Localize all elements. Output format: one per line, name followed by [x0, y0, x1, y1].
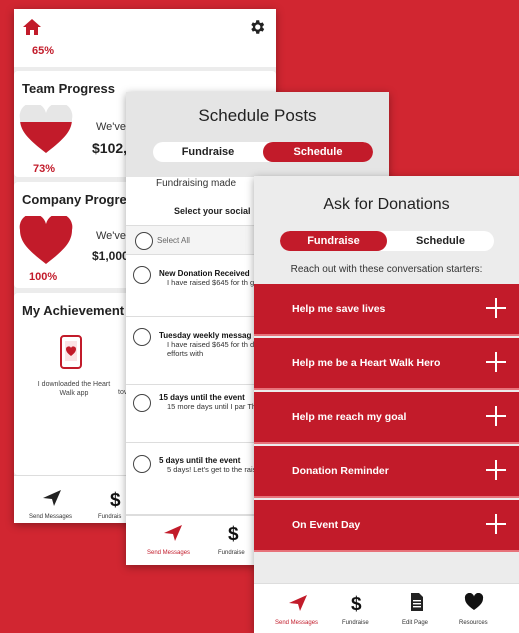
expand-plus-icon[interactable] [486, 298, 506, 318]
expand-plus-icon[interactable] [486, 514, 506, 534]
dollar-icon[interactable]: $ [224, 524, 244, 542]
segment-schedule[interactable]: Schedule [263, 142, 373, 162]
conversation-starter-label: On Event Day [292, 519, 361, 531]
company-progress-amount: $1,000 [92, 249, 129, 263]
svg-text:$: $ [228, 524, 239, 542]
dollar-icon[interactable]: $ [347, 594, 367, 612]
tab-edit-page-label[interactable]: Edit Page [402, 620, 428, 626]
ask-for-donations-screen: Ask for Donations Fundraise Schedule Rea… [254, 176, 519, 633]
expand-plus-icon[interactable] [486, 406, 506, 426]
page-title: Schedule Posts [198, 106, 317, 125]
segment-schedule[interactable]: Schedule [387, 231, 494, 251]
segment-control: Fundraise Schedule [153, 142, 373, 162]
tab-fundraise-label[interactable]: Fundraise [342, 620, 369, 626]
home-icon[interactable] [23, 19, 41, 35]
post-title: New Donation Received [159, 269, 250, 278]
post-title: Tuesday weekly messag [159, 331, 252, 340]
bottom-tab-bar: Send Messages $ Fundraise Edit Page Reso… [254, 583, 519, 633]
conversation-starter-item[interactable]: Help me be a Heart Walk Hero [254, 338, 519, 390]
conversation-starter-item[interactable]: Help me save lives [254, 284, 519, 336]
post-radio[interactable] [133, 328, 151, 346]
document-icon[interactable] [406, 593, 426, 611]
company-heart-progress-icon [19, 216, 73, 264]
header: Ask for Donations Fundraise Schedule Rea… [254, 176, 519, 284]
tab-fundraise-label[interactable]: Fundraise [218, 550, 245, 556]
conversation-starter-item[interactable]: On Event Day [254, 500, 519, 552]
team-progress-message: We've [96, 121, 127, 133]
expand-plus-icon[interactable] [486, 460, 506, 480]
team-progress-percent: 73% [33, 163, 56, 175]
conversation-starter-item[interactable]: Donation Reminder [254, 446, 519, 498]
post-radio[interactable] [133, 394, 151, 412]
header: Schedule Posts Fundraise Schedule [126, 92, 389, 177]
tab-resources-label[interactable]: Resources [459, 620, 488, 626]
team-heart-progress-icon [19, 105, 73, 154]
company-progress-message: We've [96, 230, 127, 242]
top-bar: 65% [14, 9, 276, 67]
team-progress-title: Team Progress [22, 81, 115, 96]
paper-plane-icon[interactable] [42, 489, 62, 507]
subtitle: Reach out with these conversation starte… [290, 264, 483, 275]
segment-fundraise[interactable]: Fundraise [153, 142, 263, 162]
phone-heart-icon [60, 335, 82, 369]
post-title: 15 days until the event [159, 393, 245, 402]
svg-text:$: $ [110, 490, 121, 508]
svg-text:$: $ [351, 594, 362, 612]
heart-icon[interactable] [464, 593, 484, 611]
post-title: 5 days until the event [159, 456, 241, 465]
conversation-starter-label: Help me be a Heart Walk Hero [292, 357, 441, 369]
paper-plane-icon[interactable] [163, 524, 183, 542]
expand-plus-icon[interactable] [486, 352, 506, 372]
tab-fundraise-label[interactable]: Fundrais [98, 514, 121, 520]
tab-send-messages-label[interactable]: Send Messages [29, 514, 72, 520]
conversation-starter-label: Help me save lives [292, 303, 386, 315]
tab-send-messages-label[interactable]: Send Messages [275, 620, 318, 626]
achievements-title: My Achievement [22, 303, 125, 318]
segment-control: Fundraise Schedule [280, 231, 494, 251]
select-social-label: Select your social [174, 206, 251, 216]
segment-fundraise[interactable]: Fundraise [280, 231, 387, 251]
conversation-starter-item[interactable]: Help me reach my goal [254, 392, 519, 444]
subtitle: Fundraising made [156, 178, 237, 189]
team-progress-amount: $102, [92, 140, 128, 156]
select-all-label: Select All [157, 236, 190, 245]
post-radio[interactable] [133, 266, 151, 284]
conversation-starter-label: Donation Reminder [292, 465, 389, 477]
conversation-starter-label: Help me reach my goal [292, 411, 407, 423]
dollar-icon[interactable]: $ [106, 490, 126, 508]
paper-plane-icon[interactable] [288, 594, 308, 612]
page-title: Ask for Donations [323, 196, 450, 213]
gear-icon[interactable] [248, 18, 266, 36]
company-progress-title: Company Progre [22, 192, 127, 207]
post-radio[interactable] [133, 455, 151, 473]
tab-send-messages-label[interactable]: Send Messages [147, 550, 190, 556]
company-progress-percent: 100% [29, 271, 58, 283]
select-all-radio[interactable] [135, 232, 153, 250]
achievement-downloaded-app: I downloaded the Heart Walk app [37, 381, 111, 397]
overall-progress-percent: 65% [32, 45, 55, 57]
